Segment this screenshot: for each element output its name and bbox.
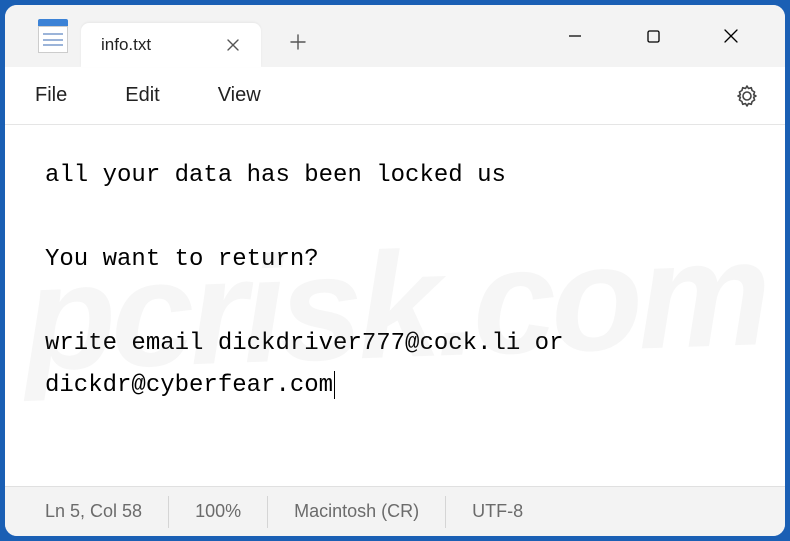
menu-edit[interactable]: Edit bbox=[115, 78, 169, 113]
settings-button[interactable] bbox=[729, 78, 765, 114]
tab-title: info.txt bbox=[101, 35, 205, 55]
tab-info-txt[interactable]: info.txt bbox=[81, 23, 261, 67]
window-controls bbox=[549, 16, 757, 56]
tab-strip: info.txt bbox=[81, 14, 549, 58]
minimize-button[interactable] bbox=[549, 16, 601, 56]
menubar: File Edit View bbox=[5, 67, 785, 125]
menu-view[interactable]: View bbox=[208, 78, 271, 113]
minimize-icon bbox=[567, 28, 583, 44]
gear-icon bbox=[735, 84, 759, 108]
status-zoom[interactable]: 100% bbox=[169, 496, 268, 528]
close-icon bbox=[226, 38, 240, 52]
close-tab-button[interactable] bbox=[219, 31, 247, 59]
plus-icon bbox=[289, 33, 307, 51]
content-line: write email dickdriver777@cock.li or dic… bbox=[45, 330, 578, 399]
status-encoding[interactable]: UTF-8 bbox=[446, 496, 549, 528]
content-line: You want to return? bbox=[45, 246, 319, 273]
close-icon bbox=[723, 28, 739, 44]
status-cursor-position: Ln 5, Col 58 bbox=[45, 496, 169, 528]
notepad-window: info.txt File Edit View bbox=[5, 5, 785, 536]
content-line: all your data has been locked us bbox=[45, 162, 506, 189]
maximize-icon bbox=[646, 29, 661, 44]
status-line-ending[interactable]: Macintosh (CR) bbox=[268, 496, 446, 528]
new-tab-button[interactable] bbox=[279, 23, 317, 61]
titlebar: info.txt bbox=[5, 5, 785, 67]
close-window-button[interactable] bbox=[705, 16, 757, 56]
statusbar: Ln 5, Col 58 100% Macintosh (CR) UTF-8 bbox=[5, 486, 785, 536]
notepad-icon bbox=[31, 14, 75, 58]
maximize-button[interactable] bbox=[627, 16, 679, 56]
text-caret bbox=[334, 371, 335, 399]
menu-file[interactable]: File bbox=[25, 78, 77, 113]
text-editor[interactable]: all your data has been locked us You wan… bbox=[5, 125, 785, 486]
